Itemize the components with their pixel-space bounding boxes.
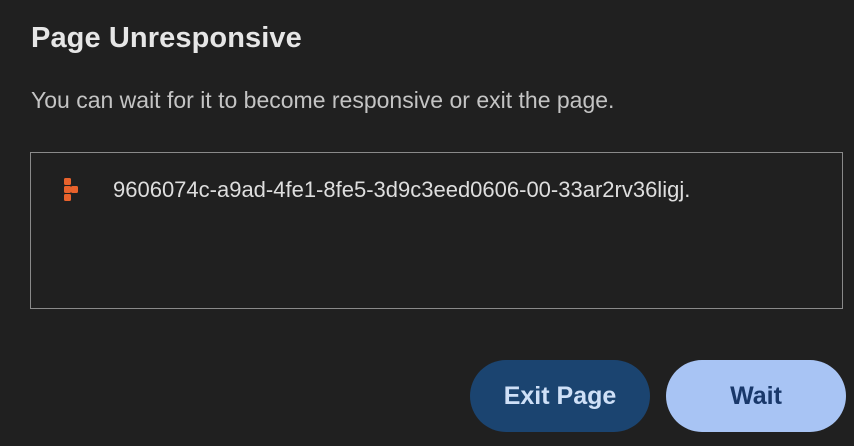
list-item: 9606074c-a9ad-4fe1-8fe5-3d9c3eed0606-00-… <box>63 177 690 203</box>
unresponsive-pages-list: 9606074c-a9ad-4fe1-8fe5-3d9c3eed0606-00-… <box>30 152 843 309</box>
page-unresponsive-dialog: Page Unresponsive You can wait for it to… <box>0 0 854 446</box>
dialog-message: You can wait for it to become responsive… <box>31 87 615 113</box>
page-name: 9606074c-a9ad-4fe1-8fe5-3d9c3eed0606-00-… <box>113 177 691 202</box>
exit-page-button[interactable]: Exit Page <box>470 360 650 432</box>
dialog-title: Page Unresponsive <box>31 22 302 54</box>
replit-logo-icon <box>64 178 78 201</box>
wait-button[interactable]: Wait <box>666 360 846 432</box>
